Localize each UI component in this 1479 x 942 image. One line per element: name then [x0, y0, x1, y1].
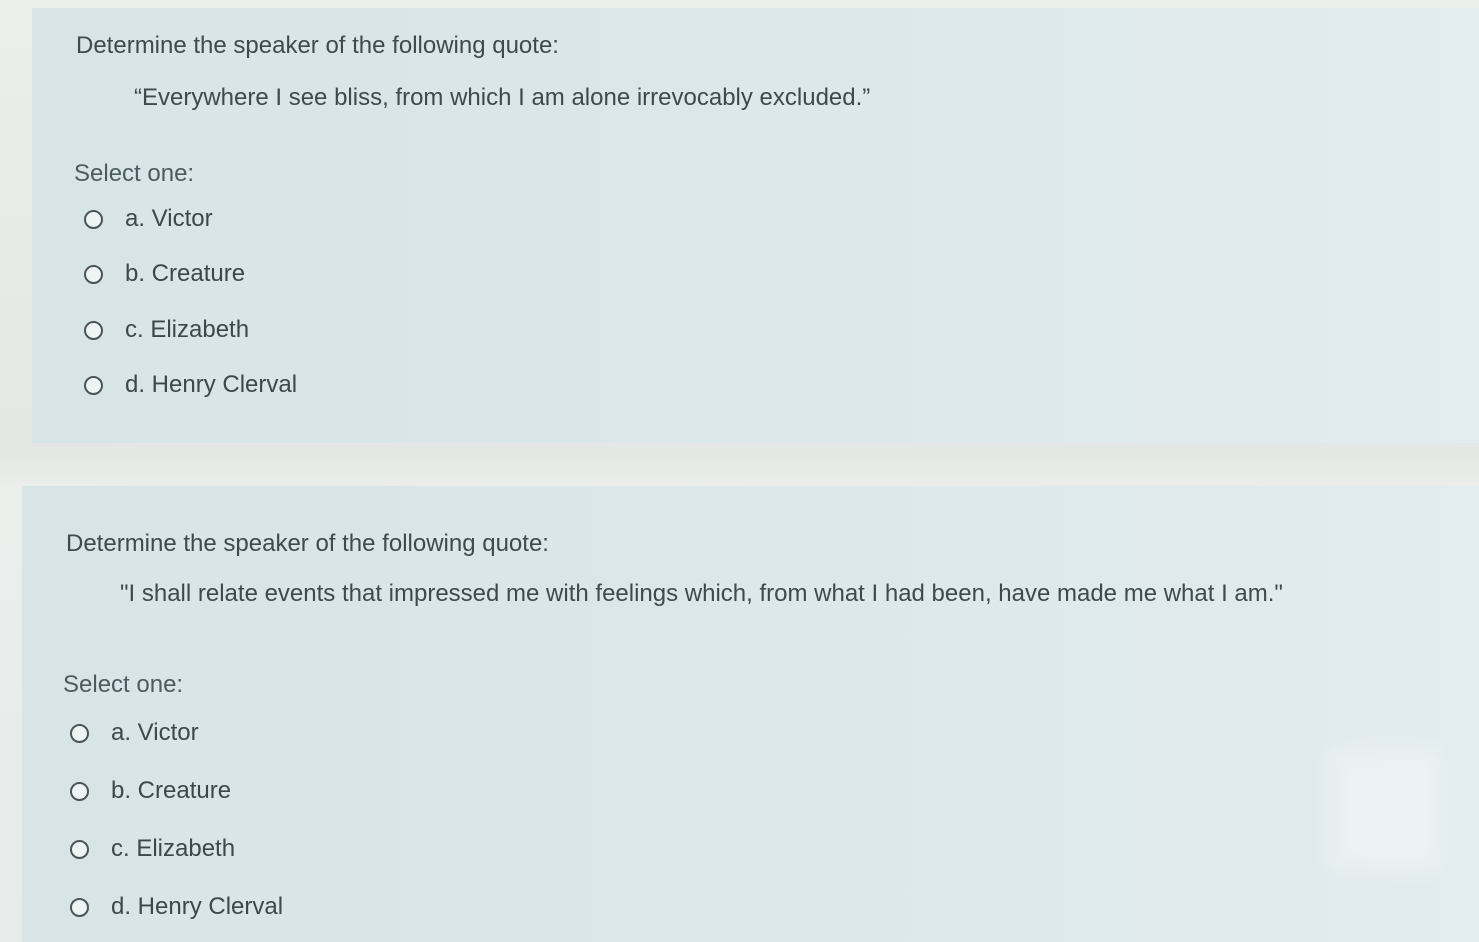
radio-button[interactable] [70, 839, 89, 859]
option-creature[interactable]: b. Creature [84, 257, 245, 291]
option-label: d. Henry Clerval [111, 893, 284, 920]
select-one-label: Select one: [63, 671, 184, 698]
option-label: c. Elizabeth [125, 316, 250, 343]
option-label: a. Victor [111, 719, 199, 746]
option-henry-clerval[interactable]: d. Henry Clerval [84, 368, 297, 402]
question-card-1: Determine the speaker of the following q… [32, 8, 1479, 443]
option-victor[interactable]: a. Victor [70, 716, 199, 750]
question-quote: "I shall relate events that impressed me… [120, 580, 1283, 607]
radio-button[interactable] [70, 781, 89, 801]
question-quote: “Everywhere I see bliss, from which I am… [134, 84, 871, 111]
question-prompt: Determine the speaker of the following q… [66, 530, 549, 557]
option-label: c. Elizabeth [111, 835, 236, 862]
option-label: b. Creature [125, 260, 246, 287]
option-label: a. Victor [125, 205, 213, 232]
radio-button[interactable] [84, 264, 103, 284]
radio-button[interactable] [84, 209, 103, 229]
select-one-label: Select one: [74, 160, 195, 187]
radio-button[interactable] [70, 897, 89, 917]
option-victor[interactable]: a. Victor [84, 202, 213, 236]
option-label: b. Creature [111, 777, 232, 804]
option-elizabeth[interactable]: c. Elizabeth [84, 313, 249, 347]
question-prompt: Determine the speaker of the following q… [76, 32, 559, 59]
option-elizabeth[interactable]: c. Elizabeth [70, 832, 235, 866]
question-card-2: Determine the speaker of the following q… [22, 486, 1479, 942]
radio-button[interactable] [84, 320, 103, 340]
option-creature[interactable]: b. Creature [70, 774, 231, 808]
radio-button[interactable] [84, 375, 103, 395]
option-henry-clerval[interactable]: d. Henry Clerval [70, 890, 283, 924]
option-label: d. Henry Clerval [125, 371, 298, 398]
radio-button[interactable] [70, 723, 89, 743]
